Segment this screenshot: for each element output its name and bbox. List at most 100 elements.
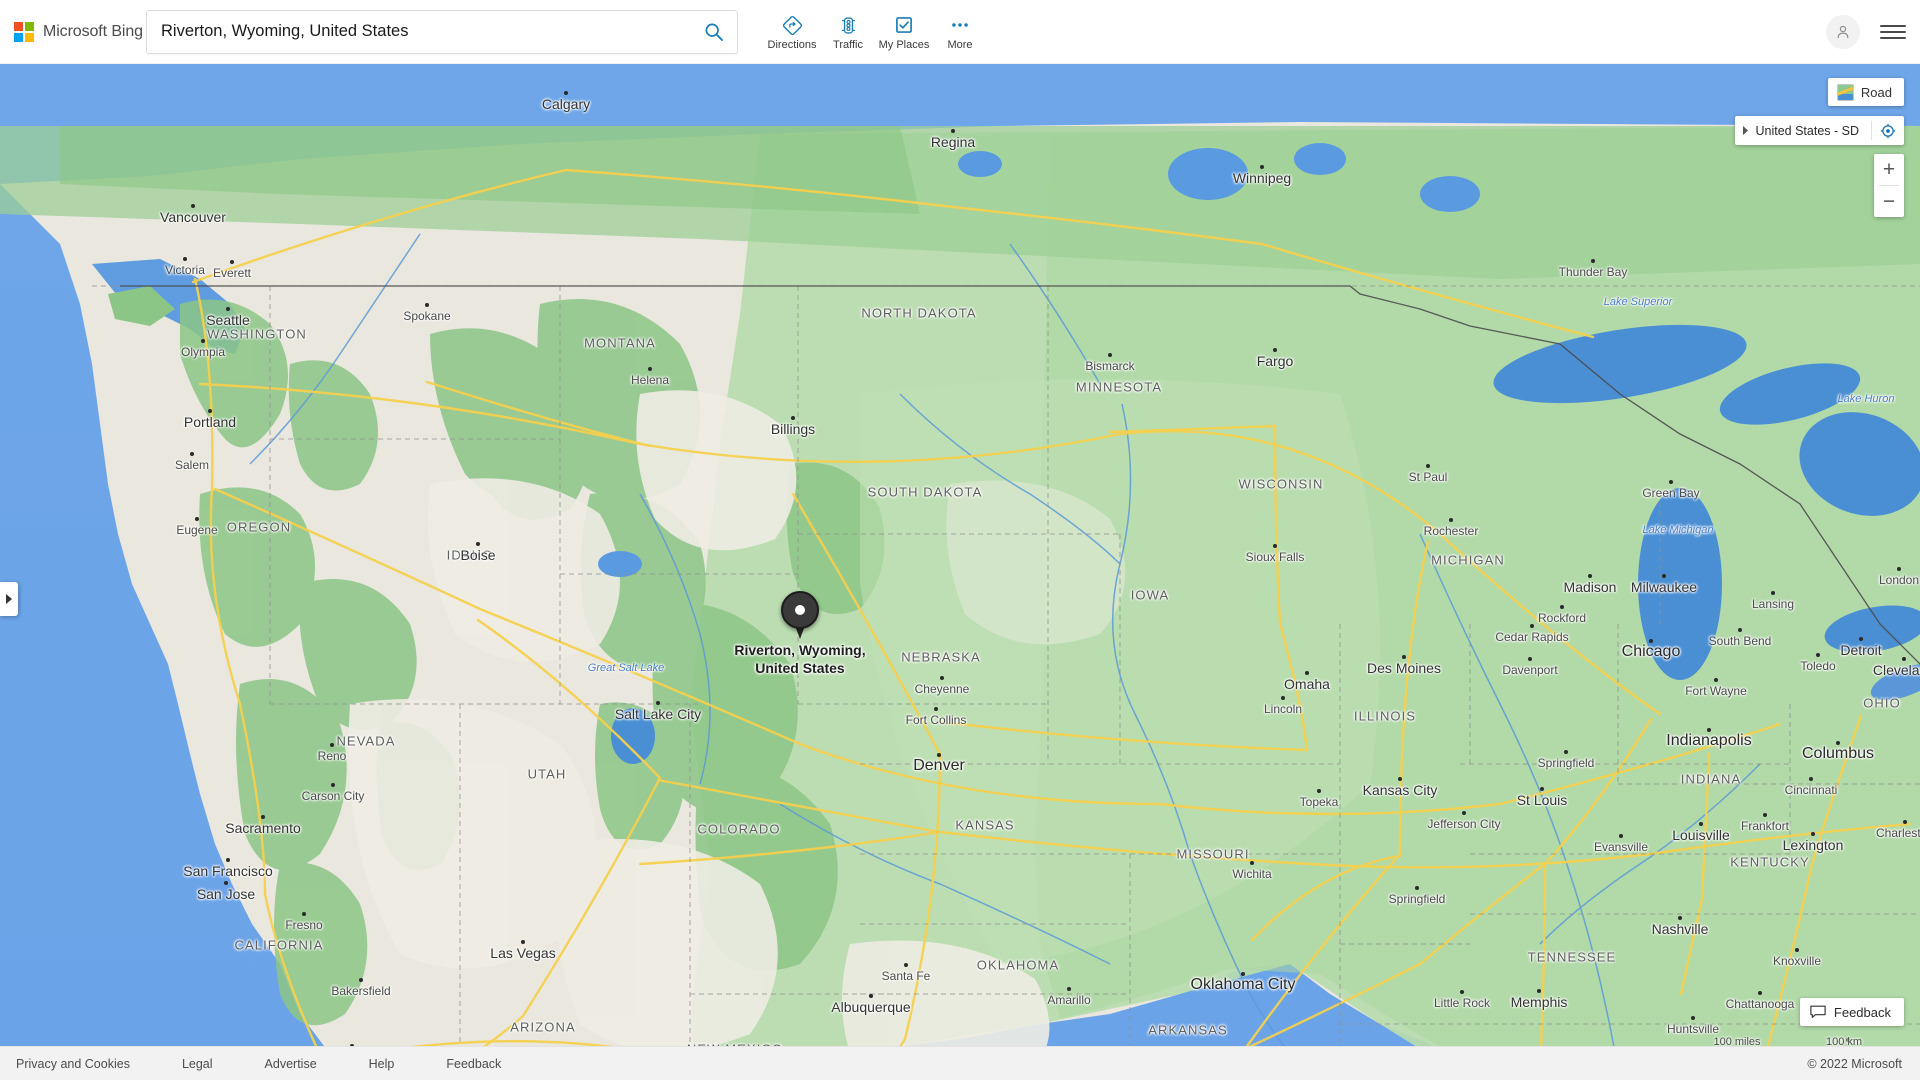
map-city-dot (1669, 480, 1673, 484)
map-style-button[interactable]: Road (1827, 78, 1904, 106)
marker-label-line2: United States (755, 659, 845, 676)
map-city-dot (1108, 353, 1112, 357)
map-city-dot (1560, 605, 1564, 609)
location-marker[interactable]: Riverton, Wyoming, United States (734, 591, 931, 677)
map-city-dot (261, 815, 265, 819)
map-city-dot (940, 676, 944, 680)
location-label: United States - SD (1755, 123, 1859, 138)
copyright-label: © 2022 Microsoft (1807, 1056, 1902, 1071)
map-feedback-label: Feedback (1833, 1004, 1891, 1020)
map-city-dot (330, 743, 334, 747)
bing-brand-logo[interactable]: Microsoft Bing (14, 21, 143, 42)
map-city-dot (1902, 657, 1906, 661)
map-city-dot (564, 91, 568, 95)
ellipsis-icon (949, 14, 971, 36)
map-city-dot (1591, 259, 1595, 263)
search-button[interactable] (697, 15, 731, 49)
map-city-dot (1714, 678, 1718, 682)
map-city-dot (791, 416, 795, 420)
marker-label-line1: Riverton, Wyoming, (734, 642, 866, 658)
map-city-dot (1460, 990, 1464, 994)
expand-panel-arrow-icon (6, 594, 12, 604)
zoom-in-button[interactable]: + (1874, 154, 1904, 185)
map-viewport[interactable]: Road United States - SD + − Riverton, Wy… (0, 64, 1920, 1080)
footer-link-advertise[interactable]: Advertise (265, 1057, 317, 1071)
person-icon (1837, 25, 1849, 39)
map-toolbar: Directions Traffic My Places More (764, 12, 988, 51)
map-city-dot (1738, 628, 1742, 632)
map-city-dot (1903, 820, 1907, 824)
speech-bubble-icon (1810, 1005, 1826, 1018)
map-city-dot (1540, 787, 1544, 791)
map-city-dot (1537, 989, 1541, 993)
toolbar-label-traffic: Traffic (833, 39, 863, 51)
toolbar-item-more[interactable]: More (932, 12, 988, 51)
footer-links: Privacy and Cookies Legal Advertise Help… (16, 1057, 501, 1071)
map-city-dot (1067, 987, 1071, 991)
toolbar-label-my-places: My Places (878, 39, 930, 51)
map-city-dot (226, 307, 230, 311)
chevron-right-icon (1742, 126, 1748, 135)
map-city-dot (1795, 948, 1799, 952)
map-city-dot (1691, 1016, 1695, 1020)
footer-link-privacy[interactable]: Privacy and Cookies (16, 1057, 130, 1071)
map-city-dot (904, 963, 908, 967)
map-city-dot (656, 701, 660, 705)
map-city-dot (226, 858, 230, 862)
zoom-out-button[interactable]: − (1874, 186, 1904, 217)
search-input[interactable] (147, 10, 737, 53)
side-panel-toggle[interactable] (0, 582, 18, 616)
map-city-dot (1530, 624, 1534, 628)
location-bar: United States - SD (1735, 116, 1904, 145)
map-city-dot (648, 367, 652, 371)
map-city-dot (1402, 655, 1406, 659)
map-city-dot (1260, 165, 1264, 169)
map-city-dot (1678, 916, 1682, 920)
toolbar-item-traffic[interactable]: Traffic (820, 12, 876, 51)
app-header: Microsoft Bing Directions (0, 0, 1920, 64)
map-city-dot (951, 129, 955, 133)
map-city-dot (191, 204, 195, 208)
locate-me-icon (1880, 123, 1896, 138)
traffic-light-icon (838, 14, 859, 36)
map-city-dot (183, 257, 187, 261)
map-city-dot (1897, 567, 1901, 571)
map-city-dot (1811, 832, 1815, 836)
map-city-dot (1241, 972, 1245, 976)
map-city-dot (201, 339, 205, 343)
footer-link-feedback[interactable]: Feedback (446, 1057, 501, 1071)
map-city-dot (1449, 518, 1453, 522)
map-city-dot (1758, 991, 1762, 995)
account-button[interactable] (1826, 15, 1860, 49)
brand-label: Microsoft Bing (43, 22, 143, 40)
map-city-dot (1305, 671, 1309, 675)
search-icon (705, 23, 723, 41)
map-city-dot (1662, 574, 1666, 578)
map-city-dot (224, 881, 228, 885)
footer-link-help[interactable]: Help (369, 1057, 395, 1071)
app-footer: Privacy and Cookies Legal Advertise Help… (0, 1046, 1920, 1080)
toolbar-item-directions[interactable]: Directions (764, 12, 820, 51)
map-city-dot (1415, 886, 1419, 890)
location-expand-button[interactable] (1735, 116, 1755, 145)
map-pin-icon (781, 591, 819, 639)
zoom-controls: + − (1874, 154, 1904, 217)
map-city-dot (195, 517, 199, 521)
map-city-dot (190, 452, 194, 456)
map-city-dot (937, 753, 941, 757)
map-city-dot (1649, 639, 1653, 643)
map-city-dot (476, 542, 480, 546)
search-box[interactable] (146, 9, 738, 54)
toolbar-item-my-places[interactable]: My Places (876, 12, 932, 51)
footer-link-legal[interactable]: Legal (182, 1057, 213, 1071)
map-city-dot (869, 994, 873, 998)
hamburger-menu-icon[interactable] (1880, 22, 1906, 42)
map-feedback-button[interactable]: Feedback (1799, 998, 1904, 1026)
map-style-icon (1836, 83, 1854, 101)
map-city-dot (425, 303, 429, 307)
map-city-dot (230, 260, 234, 264)
map-city-dot (1273, 348, 1277, 352)
map-city-dot (1588, 574, 1592, 578)
locate-me-button[interactable] (1872, 116, 1904, 145)
map-city-dot (1317, 789, 1321, 793)
